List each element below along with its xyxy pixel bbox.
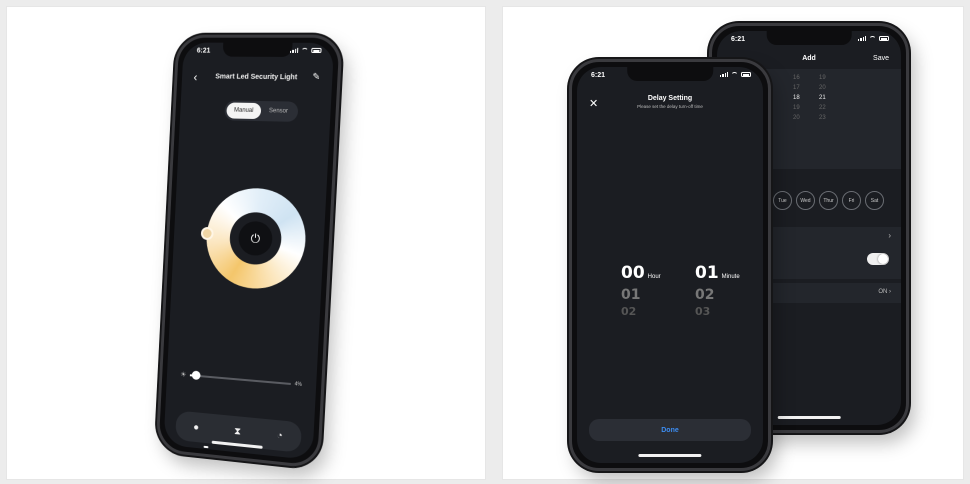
phone-delay-setting: 6:21 ✕ Delay Setting Please set the dela… xyxy=(569,59,771,471)
hour-option[interactable]: 16 xyxy=(793,75,800,81)
brightness-slider[interactable] xyxy=(190,370,291,385)
minute-option[interactable]: 19 xyxy=(819,75,826,81)
day-chip[interactable]: Thur xyxy=(819,191,838,210)
phone-notch xyxy=(766,31,852,45)
battery-icon xyxy=(741,72,751,77)
status-time: 6:21 xyxy=(591,72,606,79)
action-value[interactable]: ON › xyxy=(878,289,891,295)
wifi-icon xyxy=(731,72,738,77)
light-control-screen: 6:21 ‹ Smart Led Security Light ✎ Manual… xyxy=(163,42,335,461)
minute-option[interactable]: 20 xyxy=(819,85,826,91)
minute-selected: 01 Minute xyxy=(695,263,740,283)
minute-value: 01 xyxy=(695,263,719,283)
hourglass-icon[interactable]: ⧗ xyxy=(231,425,243,438)
save-button[interactable]: Save xyxy=(873,55,889,62)
bulb-icon[interactable]: ● xyxy=(190,421,202,434)
power-icon: ⏻ xyxy=(250,230,261,246)
product-image-left: 6:21 ‹ Smart Led Security Light ✎ Manual… xyxy=(6,6,486,480)
status-time: 6:21 xyxy=(196,47,211,55)
nav-active-indicator xyxy=(203,445,209,449)
brightness-row: ☀ 4% xyxy=(180,370,302,390)
day-chip[interactable]: Fri xyxy=(842,191,861,210)
home-indicator xyxy=(638,454,702,457)
edit-icon[interactable]: ✎ xyxy=(312,71,320,82)
signal-icon xyxy=(289,47,299,53)
status-time: 6:21 xyxy=(731,36,746,43)
mode-manual-button[interactable]: Manual xyxy=(226,102,262,120)
signal-icon xyxy=(858,36,866,41)
day-chip[interactable]: Tue xyxy=(773,191,792,210)
hour-selected: 00 Hour xyxy=(621,263,661,283)
timer-icon[interactable]: ◔ xyxy=(273,429,286,442)
on-label: ON xyxy=(878,289,888,295)
notification-toggle[interactable] xyxy=(867,253,889,265)
day-chip[interactable]: Wed xyxy=(796,191,815,210)
hour-option[interactable]: 19 xyxy=(793,105,800,111)
hour-value: 00 xyxy=(621,263,645,283)
delay-setting-screen: 6:21 ✕ Delay Setting Please set the dela… xyxy=(577,67,763,463)
home-indicator xyxy=(777,416,841,419)
brightness-percent: 4% xyxy=(294,381,303,388)
minute-unit: Minute xyxy=(721,274,740,280)
hour-picker[interactable]: 16 17 18 19 20 xyxy=(793,75,800,121)
wifi-icon xyxy=(869,36,876,41)
brightness-knob[interactable] xyxy=(192,370,202,381)
status-icons xyxy=(858,36,889,41)
phone-notch xyxy=(627,67,713,81)
minute-picker[interactable]: 01 Minute 02 03 xyxy=(695,263,740,318)
hour-option[interactable]: 02 xyxy=(621,305,661,318)
wifi-icon xyxy=(301,47,309,53)
phone-notch xyxy=(222,42,293,57)
device-title: Smart Led Security Light xyxy=(215,73,298,82)
minute-picker[interactable]: 19 20 21 22 23 xyxy=(819,75,826,121)
status-icons xyxy=(720,72,751,77)
hour-option[interactable]: 01 xyxy=(621,287,661,303)
chevron-right-icon: › xyxy=(889,289,891,295)
minute-option-selected[interactable]: 21 xyxy=(819,95,826,101)
minute-option[interactable]: 03 xyxy=(695,305,740,318)
delay-subtitle: Please set the delay turn-off time xyxy=(637,104,703,109)
hour-option[interactable]: 17 xyxy=(793,85,800,91)
battery-icon xyxy=(311,47,322,54)
minute-option[interactable]: 02 xyxy=(695,287,740,303)
minute-option[interactable]: 22 xyxy=(819,105,826,111)
hour-option[interactable]: 20 xyxy=(793,115,800,121)
brightness-icon: ☀ xyxy=(180,371,187,379)
minute-option[interactable]: 23 xyxy=(819,115,826,121)
product-image-right: 6:21 Add Save 16 17 18 19 20 19 20 21 22 xyxy=(502,6,964,480)
hour-unit: Hour xyxy=(647,274,661,280)
status-icons xyxy=(289,47,322,54)
done-button[interactable]: Done xyxy=(589,419,751,441)
hour-option-selected[interactable]: 18 xyxy=(793,95,800,101)
repeat-days: Tue Wed Thur Fri Sat xyxy=(773,191,884,210)
hour-picker[interactable]: 00 Hour 01 02 xyxy=(621,263,661,318)
battery-icon xyxy=(879,36,889,41)
day-chip[interactable]: Sat xyxy=(865,191,884,210)
signal-icon xyxy=(720,72,728,77)
delay-title: Delay Setting xyxy=(647,95,693,102)
chevron-right-icon[interactable]: › xyxy=(888,231,891,240)
mode-toggle: Manual Sensor xyxy=(224,100,299,122)
phone-light-control: 6:21 ‹ Smart Led Security Light ✎ Manual… xyxy=(155,34,343,470)
mode-sensor-button[interactable]: Sensor xyxy=(261,103,297,120)
